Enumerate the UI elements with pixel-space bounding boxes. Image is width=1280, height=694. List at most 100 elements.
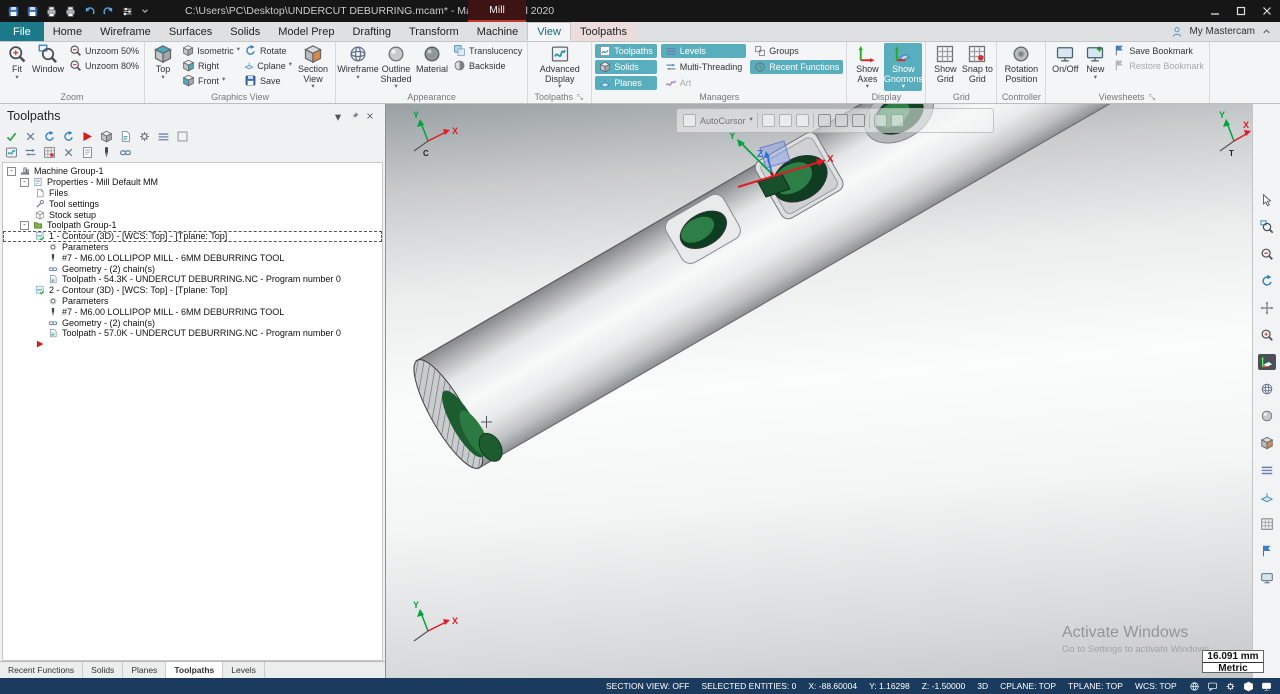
panel-tab-recent-functions[interactable]: Recent Functions	[0, 662, 84, 678]
tab-view[interactable]: View	[527, 22, 571, 41]
globe-icon[interactable]	[1189, 681, 1200, 692]
tab-wireframe[interactable]: Wireframe	[91, 22, 160, 41]
maximize-button[interactable]	[1228, 0, 1254, 22]
status-item-wcs[interactable]: WCS: TOP	[1135, 681, 1177, 691]
dialog-launcher-icon[interactable]	[1148, 93, 1157, 102]
panel-tab-toolpaths[interactable]: Toolpaths	[166, 662, 224, 678]
repaint-icon[interactable]	[1258, 570, 1276, 586]
zoom-window-button[interactable]: Window	[31, 43, 65, 75]
status-item-3d[interactable]: 3D	[977, 681, 988, 691]
dialog-launcher-icon[interactable]	[576, 93, 585, 102]
sort-icon[interactable]	[155, 129, 171, 143]
viewsheet-new-button[interactable]: New ▾	[1081, 43, 1109, 81]
save-bookmark-button[interactable]: Save Bookmark	[1111, 43, 1206, 58]
overlay-tool-icon[interactable]	[873, 114, 887, 127]
shaded-display-icon[interactable]	[1258, 408, 1276, 424]
overlay-tool-icon[interactable]	[834, 114, 848, 127]
tree-expand-toggle[interactable]: -	[7, 166, 16, 176]
menu-down-icon[interactable]	[140, 6, 150, 16]
fit-icon[interactable]	[1258, 327, 1276, 343]
panel-tab-solids[interactable]: Solids	[83, 662, 124, 678]
manager-toggle-toolpaths[interactable]: Toolpaths	[595, 44, 657, 58]
collapse-ribbon-icon[interactable]	[1261, 26, 1272, 37]
tree-expand-toggle[interactable]: -	[20, 177, 29, 187]
show-grid-button[interactable]: Show Grid	[929, 43, 961, 84]
rotate-button[interactable]: Rotate	[242, 43, 294, 58]
restore-bookmark-button[interactable]: Restore Bookmark	[1111, 58, 1206, 73]
tab-toolpaths[interactable]: Toolpaths	[570, 22, 637, 41]
tree-item[interactable]: 2 - Contour (3D) - [WCS: Top] - [Tplane:…	[3, 285, 382, 296]
tree-item[interactable]: Stock setup	[3, 209, 382, 220]
cylindrical-part[interactable]	[402, 104, 1198, 479]
overlay-tool-icon[interactable]	[761, 114, 775, 127]
save-view-button[interactable]: Save	[242, 73, 294, 88]
gnomon-toggle-icon[interactable]	[1257, 354, 1276, 370]
minimize-button[interactable]	[1202, 0, 1228, 22]
tree-item[interactable]: Tool settings	[3, 198, 382, 209]
overlay-tool-icon[interactable]	[817, 114, 831, 127]
manager-toggle-planes[interactable]: Planes	[595, 76, 657, 90]
redo-icon[interactable]	[102, 5, 115, 18]
verify-icon[interactable]	[98, 129, 114, 143]
selection-arrow-icon[interactable]	[1258, 192, 1276, 208]
tree-item[interactable]: Toolpath - 54.3K - UNDERCUT DEBURRING.NC…	[3, 274, 382, 285]
toggle-endpoints-icon[interactable]	[41, 145, 57, 159]
top-view-button[interactable]: Top ▾	[148, 43, 178, 81]
autocursor-icon[interactable]	[683, 114, 696, 127]
tree-item[interactable]: #7 - M6.00 LOLLIPOP MILL - 6MM DEBURRING…	[3, 252, 382, 263]
tab-solids[interactable]: Solids	[221, 22, 269, 41]
status-item-tplane[interactable]: TPLANE: TOP	[1068, 681, 1123, 691]
manager-toggle-levels[interactable]: Levels	[660, 44, 747, 58]
tree-item[interactable]: Parameters	[3, 242, 382, 253]
planes-panel-icon[interactable]	[1258, 489, 1276, 505]
tree-item[interactable]: - Toolpath Group-1	[3, 220, 382, 231]
overlay-tool-icon[interactable]	[890, 114, 904, 127]
tab-drafting[interactable]: Drafting	[343, 22, 400, 41]
tab-transform[interactable]: Transform	[400, 22, 468, 41]
print-icon[interactable]	[45, 5, 58, 18]
show-gnomons-button[interactable]: Show Gnomons ▾	[884, 43, 923, 91]
tab-machine[interactable]: Machine	[468, 22, 528, 41]
tab-file[interactable]: File	[0, 22, 44, 41]
parameters-edit-icon[interactable]	[79, 145, 95, 159]
status-item-z[interactable]: Z: -1.50000	[922, 681, 965, 691]
bookmark-icon[interactable]	[1258, 543, 1276, 559]
overlay-tool-icon[interactable]	[795, 114, 809, 127]
isometric-button[interactable]: Isometric ▾	[180, 43, 242, 58]
undo-icon[interactable]	[83, 5, 96, 18]
panel-tab-levels[interactable]: Levels	[223, 662, 265, 678]
customize-icon[interactable]	[121, 5, 134, 18]
wireframe-button[interactable]: Wireframe ▾	[337, 43, 379, 81]
toolpath-insert-marker[interactable]	[3, 339, 382, 350]
translucency-button[interactable]: Translucency	[451, 43, 524, 58]
advanced-display-button[interactable]: Advanced Display ▾	[538, 43, 582, 91]
levels-panel-icon[interactable]	[1258, 462, 1276, 478]
tree-item[interactable]: Toolpath - 57.0K - UNDERCUT DEBURRING.NC…	[3, 328, 382, 339]
status-item-x[interactable]: X: -88.60004	[808, 681, 857, 691]
panel-tab-planes[interactable]: Planes	[123, 662, 167, 678]
cube-icon[interactable]	[1243, 681, 1254, 692]
account-label[interactable]: My Mastercam	[1189, 26, 1255, 37]
status-item-y[interactable]: Y: 1.16298	[869, 681, 910, 691]
pan-icon[interactable]	[1258, 300, 1276, 316]
tab-model-prep[interactable]: Model Prep	[269, 22, 343, 41]
chat-icon[interactable]	[1207, 681, 1218, 692]
outline-shaded-button[interactable]: Outline Shaded ▾	[377, 43, 415, 91]
select-none-icon[interactable]	[22, 129, 38, 143]
backplot-icon[interactable]	[79, 129, 95, 143]
regen-all-icon[interactable]	[60, 129, 76, 143]
print-preview-icon[interactable]	[64, 5, 77, 18]
tree-item[interactable]: 1 - Contour (3D) - [WCS: Top] - [Tplane:…	[3, 230, 382, 242]
right-view-button[interactable]: Right	[180, 58, 242, 73]
regen-selected-icon[interactable]	[41, 129, 57, 143]
status-item-selected-entities[interactable]: SELECTED ENTITIES: 0	[701, 681, 796, 691]
overlay-tool-icon[interactable]	[778, 114, 792, 127]
status-item-section-view[interactable]: SECTION VIEW: OFF	[606, 681, 689, 691]
graphics-viewport[interactable]: Y Z X Y X C Y X T Y X AutoCursor ▾ Activ…	[386, 104, 1252, 678]
cplane-button[interactable]: Cplane ▾	[242, 58, 294, 73]
show-axes-button[interactable]: Show Axes ▾	[850, 43, 884, 91]
toggle-toolpath-display-icon[interactable]	[3, 145, 19, 159]
backside-button[interactable]: Backside	[451, 58, 524, 73]
section-view-icon[interactable]	[1258, 435, 1276, 451]
manager-toggle-multi-threading[interactable]: Multi-Threading	[661, 60, 747, 74]
